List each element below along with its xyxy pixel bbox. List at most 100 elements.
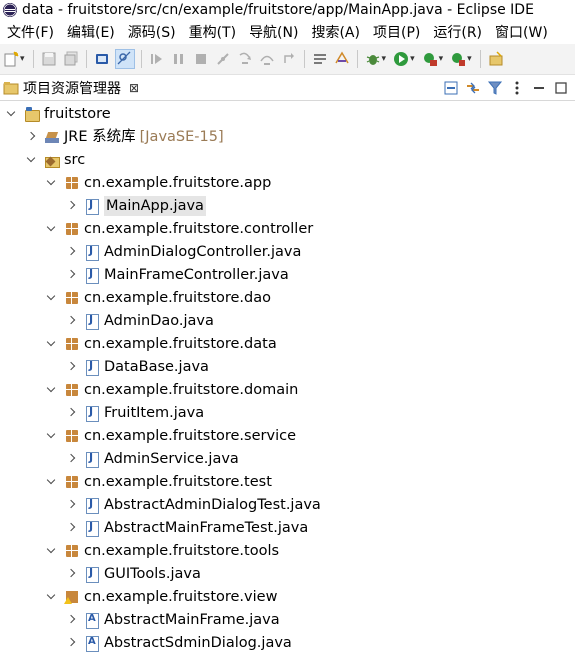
collapse-arrow-icon[interactable] <box>66 200 78 212</box>
suspend-icon[interactable] <box>171 51 187 67</box>
menu-edit[interactable]: 编辑(E) <box>60 22 115 42</box>
expand-arrow-icon[interactable] <box>26 154 38 166</box>
tree-node-project[interactable]: fruitstore <box>6 103 111 125</box>
tree-node-file[interactable]: MainApp.java <box>66 195 206 217</box>
run-dropdown-icon[interactable]: ▾ <box>410 54 415 64</box>
collapse-arrow-icon[interactable] <box>66 269 78 281</box>
tree-node-file[interactable]: MainFrameController.java <box>66 264 289 286</box>
run-icon[interactable] <box>393 51 409 67</box>
java-file-icon <box>84 405 100 422</box>
tree-node-file[interactable]: AbstractMainFrame.java <box>66 609 280 631</box>
new-java-package-icon[interactable] <box>488 51 504 67</box>
expand-arrow-icon[interactable] <box>46 476 58 488</box>
tree-node-package[interactable]: cn.example.fruitstore.domain <box>46 379 298 401</box>
collapse-arrow-icon[interactable] <box>66 407 78 419</box>
tab-project-explorer[interactable]: 项目资源管理器 ⊠ <box>0 76 146 100</box>
collapse-arrow-icon[interactable] <box>66 614 78 626</box>
expand-arrow-icon[interactable] <box>46 292 58 304</box>
new-icon[interactable] <box>3 51 19 67</box>
filter-icon[interactable] <box>487 80 503 96</box>
tree-node-src[interactable]: src <box>26 149 85 171</box>
coverage-dropdown-icon[interactable]: ▾ <box>439 54 444 64</box>
save-all-icon[interactable] <box>63 51 79 67</box>
collapse-arrow-icon[interactable] <box>66 637 78 649</box>
expand-arrow-icon[interactable] <box>46 545 58 557</box>
tree-node-file[interactable]: AbstractAdminDialogTest.java <box>66 494 321 516</box>
java-file-icon <box>84 359 100 376</box>
file-name: FruitItem.java <box>104 405 205 421</box>
debug-icon[interactable] <box>365 51 381 67</box>
tree-node-file[interactable]: AbstractMainFrameTest.java <box>66 517 308 539</box>
expand-arrow-icon[interactable] <box>46 338 58 350</box>
minimize-icon[interactable] <box>531 80 547 96</box>
expand-arrow-icon[interactable] <box>46 384 58 396</box>
tree-node-package[interactable]: cn.example.fruitstore.service <box>46 425 296 447</box>
expand-arrow-icon[interactable] <box>46 591 58 603</box>
console-icon[interactable] <box>94 51 110 67</box>
save-icon[interactable] <box>41 51 57 67</box>
collapse-arrow-icon[interactable] <box>66 568 78 580</box>
menu-file[interactable]: 文件(F) <box>0 22 54 42</box>
debug-dropdown-icon[interactable]: ▾ <box>382 54 387 64</box>
tree-node-file[interactable]: AdminDao.java <box>66 310 214 332</box>
title-bar: data - fruitstore/src/cn/example/fruitst… <box>0 0 575 20</box>
package-icon <box>64 290 80 306</box>
expand-arrow-icon[interactable] <box>46 223 58 235</box>
collapse-arrow-icon[interactable] <box>66 246 78 258</box>
menu-search[interactable]: 搜索(A) <box>304 22 360 42</box>
abstract-java-file-icon <box>84 612 100 629</box>
tree-node-file[interactable]: DataBase.java <box>66 356 209 378</box>
close-icon[interactable]: ⊠ <box>129 81 139 95</box>
collapse-arrow-icon[interactable] <box>66 361 78 373</box>
toolbar-separator <box>32 50 34 68</box>
tree-node-package[interactable]: cn.example.fruitstore.data <box>46 333 277 355</box>
link-with-editor-icon[interactable] <box>465 80 481 96</box>
step-over-icon[interactable] <box>259 51 275 67</box>
tree-node-package[interactable]: cn.example.fruitstore.test <box>46 471 272 493</box>
tree-node-package[interactable]: cn.example.fruitstore.view <box>46 586 277 608</box>
collapse-arrow-icon[interactable] <box>26 131 38 143</box>
tree-node-package[interactable]: cn.example.fruitstore.dao <box>46 287 271 309</box>
tree-node-file[interactable]: GUITools.java <box>66 563 201 585</box>
tree-node-file[interactable]: AdminDialogController.java <box>66 241 301 263</box>
collapse-arrow-icon[interactable] <box>66 453 78 465</box>
maximize-icon[interactable] <box>553 80 569 96</box>
tree-node-package[interactable]: cn.example.fruitstore.app <box>46 172 271 194</box>
package-icon <box>64 336 80 352</box>
expand-arrow-icon[interactable] <box>46 177 58 189</box>
tree-node-file[interactable]: FruitItem.java <box>66 402 204 424</box>
terminate-icon[interactable] <box>193 51 209 67</box>
menu-source[interactable]: 源码(S) <box>121 22 176 42</box>
file-name: GUITools.java <box>104 566 201 582</box>
tree-node-package[interactable]: cn.example.fruitstore.tools <box>46 540 279 562</box>
toggle-mark-icon[interactable] <box>312 51 328 67</box>
collapse-arrow-icon[interactable] <box>66 315 78 327</box>
menu-run[interactable]: 运行(R) <box>426 22 482 42</box>
menu-window[interactable]: 窗口(W) <box>488 22 548 42</box>
external-tools-dropdown-icon[interactable]: ▾ <box>467 54 472 64</box>
menu-navigate[interactable]: 导航(N) <box>242 22 298 42</box>
format-icon[interactable] <box>334 51 350 67</box>
tree-node-file[interactable]: AdminService.java <box>66 448 239 470</box>
tree-node-jre[interactable]: JRE 系统库 [JavaSE-15] <box>26 126 224 148</box>
skip-breakpoints-icon[interactable] <box>114 49 135 69</box>
collapse-arrow-icon[interactable] <box>66 522 78 534</box>
package-name: cn.example.fruitstore.service <box>84 428 296 444</box>
expand-arrow-icon[interactable] <box>46 430 58 442</box>
step-return-icon[interactable] <box>281 51 297 67</box>
collapse-all-icon[interactable] <box>443 80 459 96</box>
new-dropdown-icon[interactable]: ▾ <box>20 54 25 64</box>
step-into-icon[interactable] <box>237 51 253 67</box>
eclipse-logo-icon <box>3 3 17 17</box>
view-menu-icon[interactable] <box>509 80 525 96</box>
tree-node-package[interactable]: cn.example.fruitstore.controller <box>46 218 313 240</box>
resume-icon[interactable] <box>149 51 165 67</box>
tree-node-file[interactable]: AbstractSdminDialog.java <box>66 632 292 654</box>
external-tools-icon[interactable] <box>450 51 466 67</box>
collapse-arrow-icon[interactable] <box>66 499 78 511</box>
disconnect-icon[interactable] <box>215 51 231 67</box>
coverage-icon[interactable] <box>422 51 438 67</box>
expand-arrow-icon[interactable] <box>6 108 18 120</box>
menu-refactor[interactable]: 重构(T) <box>182 22 236 42</box>
menu-project[interactable]: 项目(P) <box>366 22 420 42</box>
